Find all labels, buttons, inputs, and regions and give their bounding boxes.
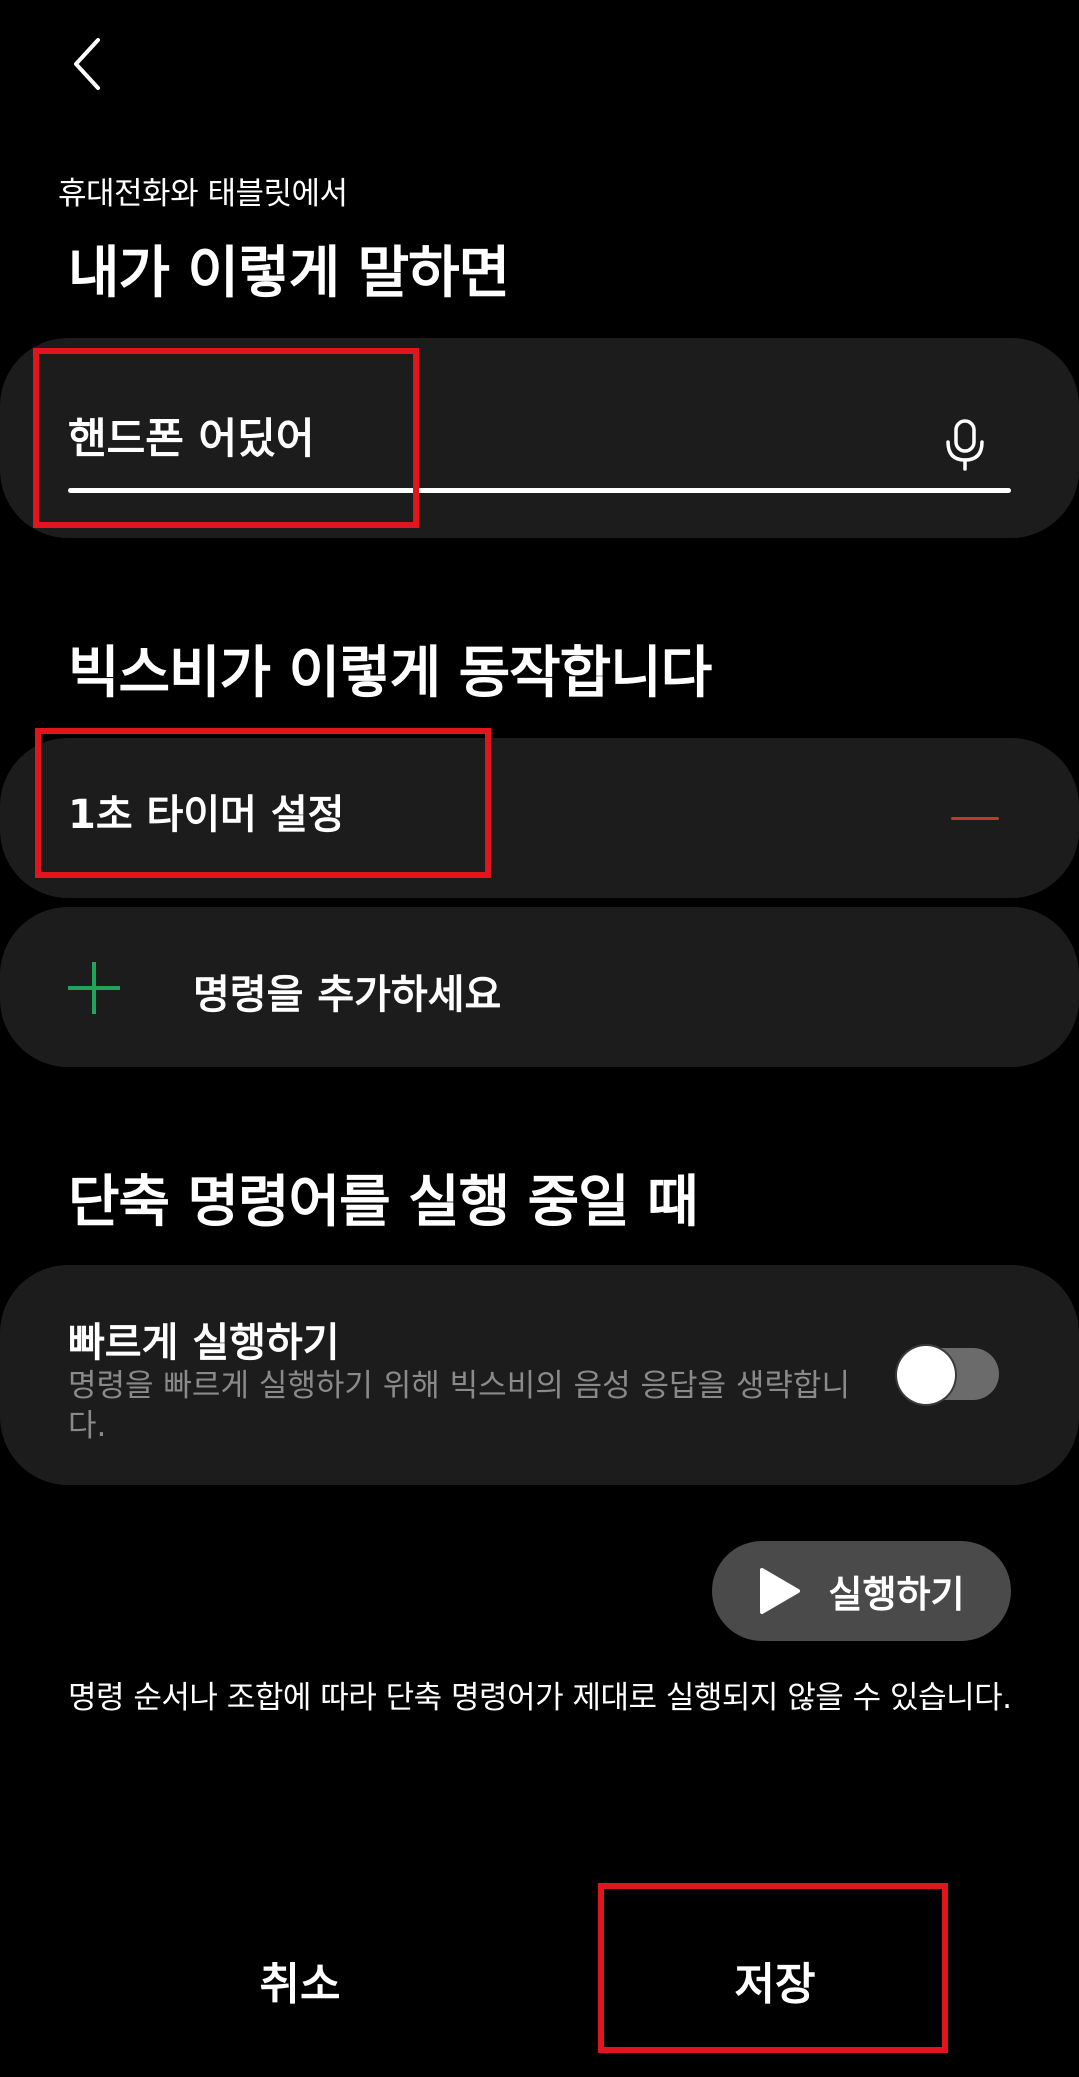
play-icon [760,1568,801,1614]
quick-run-description: 명령을 빠르게 실행하기 위해 빅스비의 음성 응답을 생략합니다. [68,1368,850,1444]
highlight-trigger [33,348,419,528]
highlight-action [35,728,491,878]
add-command-button[interactable] [0,907,1079,1067]
chevron-left-icon [74,38,100,90]
microphone-button[interactable] [930,410,1000,480]
add-command-label: 명령을 추가하세요 [193,972,502,1018]
run-button[interactable]: 실행하기 [712,1541,1011,1641]
action-section-title: 빅스비가 이렇게 동작합니다 [68,641,712,706]
quick-run-title: 빠르게 실행하기 [68,1320,340,1366]
quick-run-toggle[interactable] [897,1346,1002,1404]
run-button-label: 실행하기 [828,1573,965,1616]
remove-action-button[interactable] [940,790,1010,846]
minus-icon [951,816,999,820]
highlight-save [598,1883,948,2053]
back-button[interactable] [44,20,132,108]
toggle-thumb [897,1346,955,1404]
warning-note: 명령 순서나 조합에 따라 단축 명령어가 제대로 실행되지 않을 수 있습니다… [68,1680,1012,1716]
page-subtitle: 휴대전화와 태블릿에서 [58,176,348,212]
microphone-icon [946,419,984,471]
cancel-button[interactable]: 취소 [0,1890,600,2070]
plus-icon [68,962,120,1014]
trigger-section-title: 내가 이렇게 말하면 [68,241,510,306]
running-section-title: 단축 명령어를 실행 중일 때 [68,1170,699,1235]
